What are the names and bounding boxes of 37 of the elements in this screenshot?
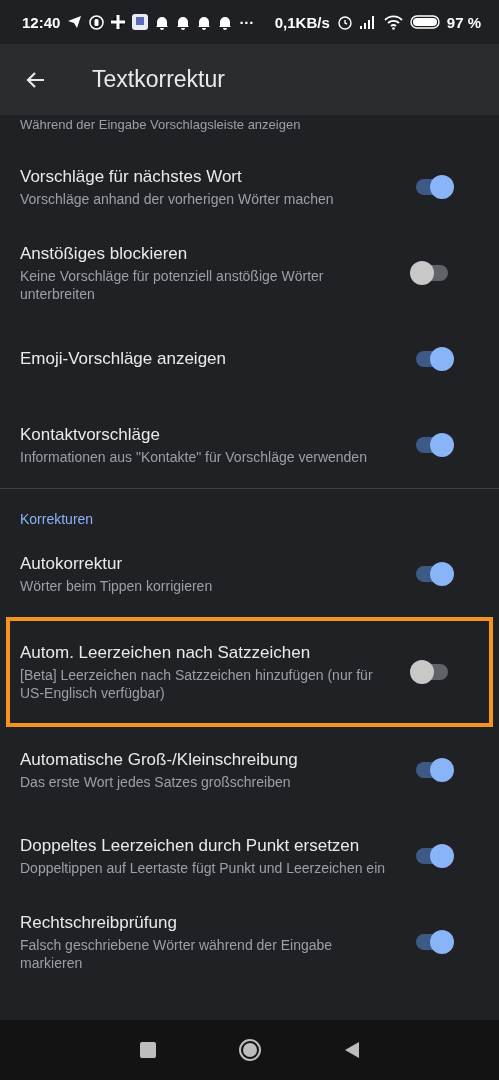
setting-description: Das erste Wort jedes Satzes großschreiben (20, 772, 292, 791)
setting-description: Wörter beim Tippen korrigieren (20, 576, 214, 595)
setting-description: [Beta] Leerzeichen nach Satzzeichen hinzufügen (nur für US-Englisch verfügbar) (20, 665, 374, 702)
setting-title: Autokorrektur (20, 553, 124, 574)
setting-title: Vorschläge für nächstes Wort (20, 166, 243, 187)
setting-title: Rechtschreibprüfung (20, 912, 178, 933)
bell-icon (197, 14, 212, 30)
setting-description: Vorschläge anhand der vorherigen Wörter machen (20, 189, 335, 208)
setting-title: Emoji-Vorschläge anzeigen (20, 349, 227, 369)
network-speed: 0,1KB/s (274, 13, 330, 31)
setting-description: Falsch geschriebene Wörter während der Eingabe markieren (20, 935, 334, 972)
battery-icon (409, 15, 440, 29)
setting-title: Doppeltes Leerzeichen durch Punkt ersetzen (20, 835, 361, 856)
section-header: Korrekturen (19, 510, 95, 529)
bell-icon (218, 14, 233, 30)
wifi-icon (383, 14, 403, 30)
setting-title: Anstößiges blockieren (20, 243, 189, 264)
signal-icon (359, 15, 377, 29)
app-icon (132, 14, 149, 30)
send-icon (67, 15, 83, 29)
setting-description: Keine Vorschläge für potenziell anstößige Wörter unterbreiten (20, 266, 325, 303)
setting-description: Informationen aus "Kontakte" für Vorschläge verwenden (20, 447, 368, 466)
more-notifications: ··· (239, 13, 255, 31)
alarm-icon (336, 14, 353, 30)
home-button[interactable] (237, 1038, 262, 1062)
setting-title: Autom. Leerzeichen nach Satzzeichen (20, 642, 312, 663)
bell-icon (155, 14, 170, 30)
battery-percent: 97 % (446, 13, 481, 31)
screen-title: Textkorrektur (92, 66, 225, 93)
setting-title: Kontaktvorschläge (20, 424, 161, 445)
setting-title: Automatische Groß-/Kleinschreibung (20, 749, 299, 770)
back-nav-button[interactable] (343, 1041, 360, 1059)
recents-button[interactable] (139, 1042, 156, 1058)
clock: 12:40 (22, 13, 61, 31)
bell-icon (176, 14, 191, 30)
setting-description: Während der Eingabe Vorschlagsleiste anzeigen (19, 116, 302, 134)
setting-description: Doppeltippen auf Leertaste fügt Punkt und Leerzeichen ein (20, 858, 387, 877)
